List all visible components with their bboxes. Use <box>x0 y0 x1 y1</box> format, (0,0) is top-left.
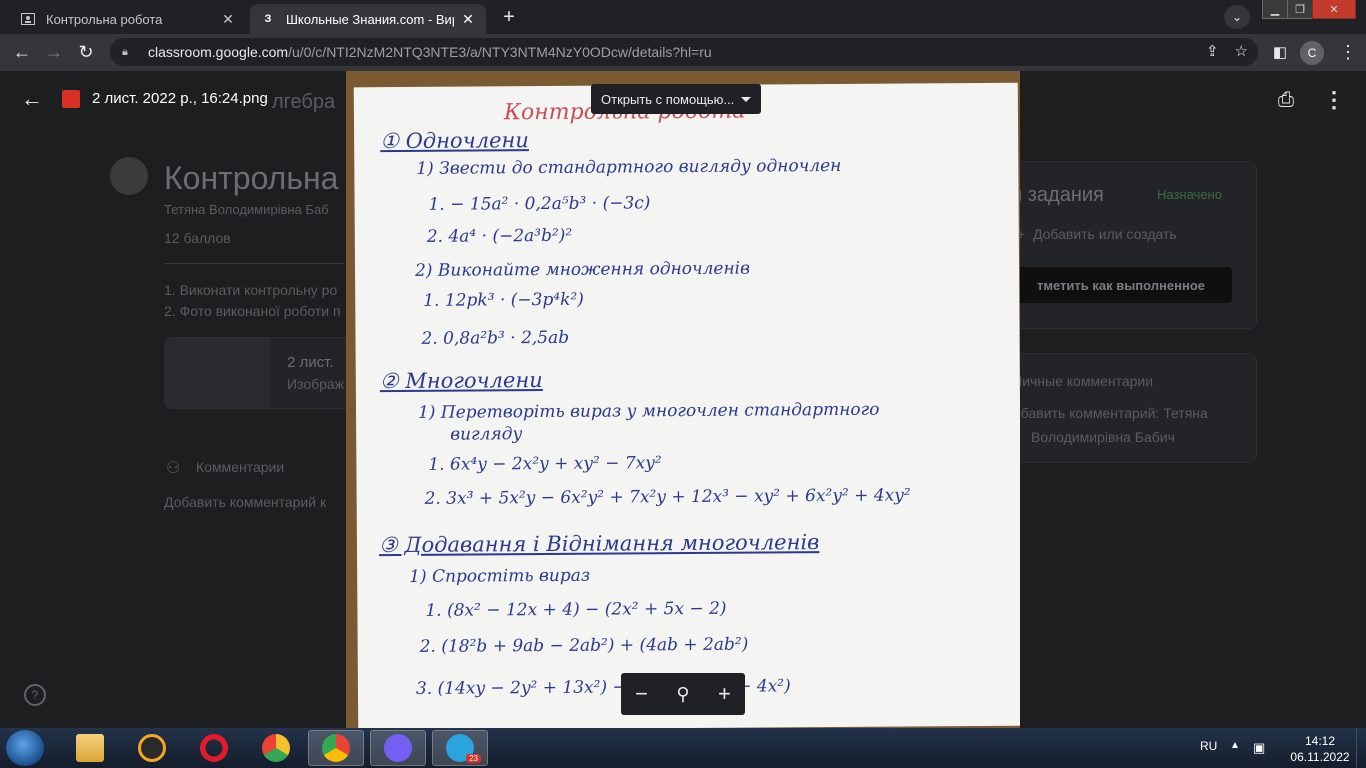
telegram-badge: 23 <box>466 754 481 763</box>
hw-s1-task2b: 2. 0,8a²b³ · 2,5ab <box>421 327 570 349</box>
your-work-card: и задания Назначено + Добавить или созда… <box>990 161 1257 329</box>
add-or-create-button[interactable]: + Добавить или создать <box>1017 226 1177 242</box>
attachment-title: 2 лист. <box>287 354 334 371</box>
profile-avatar[interactable]: C <box>1300 41 1324 65</box>
hw-s1-task1a: 1. − 15a² · 0,2a⁵b³ · (−3c) <box>428 193 651 215</box>
points: 12 баллов <box>164 230 231 246</box>
add-comment-link[interactable]: Добавить комментарий к <box>164 494 326 510</box>
help-icon[interactable]: ? <box>24 684 46 706</box>
tab-classroom[interactable]: Контрольна робота ✕ <box>10 4 246 34</box>
tab-title: Контрольна робота <box>46 11 163 27</box>
tab-strip: Контрольна робота ✕ З Школьные Знания.co… <box>0 0 1366 34</box>
chrome-menu-icon[interactable]: ⋮ <box>1334 38 1362 66</box>
hw-s1-task1: 1) Звести до стандартного вигляду одночл… <box>416 155 842 179</box>
people-icon: ⚇ <box>166 460 181 477</box>
attachment-card[interactable]: 2 лист. Изображ <box>164 337 356 409</box>
network-icon[interactable]: ▣ <box>1253 740 1265 756</box>
assignment-icon <box>110 157 148 195</box>
zoom-out-icon[interactable]: − <box>635 681 648 707</box>
znanija-icon: З <box>264 13 272 25</box>
hw-section-1: ① Одночлени <box>380 128 529 154</box>
private-comments-card: Личные комментарии обавить комментарий: … <box>990 353 1257 463</box>
clock[interactable]: 14:12 06.11.2022 <box>1290 733 1350 765</box>
your-work-title: и задания <box>1011 184 1104 206</box>
clock-date: 06.11.2022 <box>1290 750 1350 764</box>
comments-label: Комментарии <box>196 459 285 475</box>
hw-section-2: ② Многочлени <box>379 368 543 394</box>
hw-s2-task1: 1) Перетворіть вираз у многочлен стандар… <box>417 399 880 423</box>
telegram-icon[interactable]: 23 <box>432 730 488 766</box>
paper-sheet: Контрольна робота ① Одночлени 1) Звести … <box>353 82 1020 728</box>
hw-section-3: ③ Додавання і Віднімання многочленів <box>378 530 820 558</box>
status-badge: Назначено <box>1157 187 1222 202</box>
private-comments-label: Личные комментарии <box>1013 373 1154 389</box>
hw-s2-task1a: 1. 6x⁴y − 2x²y + xy² − 7xy² <box>428 453 662 475</box>
side-panel-icon[interactable]: ◧ <box>1266 38 1294 66</box>
show-desktop-button[interactable] <box>1356 728 1366 768</box>
homework-photo: Контрольна робота ① Одночлени 1) Звести … <box>346 71 1020 728</box>
close-icon[interactable]: ✕ <box>220 11 236 27</box>
tab-search-button[interactable]: ⌄ <box>1224 5 1250 29</box>
hw-s3-task1a: 1. (8x² − 12x + 4) − (2x² + 5x − 2) <box>425 598 727 621</box>
viewer-file-name: 2 лист. 2022 р., 16:24.png <box>92 90 268 107</box>
forward-button[interactable]: → <box>40 38 68 66</box>
tray-expand-icon[interactable]: ▲ <box>1230 740 1240 751</box>
viewer-back-arrow-icon[interactable]: ← <box>20 86 44 111</box>
hw-s1-task1b: 2. 4a⁴ · (−2a³b²)² <box>426 225 573 247</box>
instruction-2: 2. Фото виконаної роботи п <box>164 303 341 319</box>
attachment-type: Изображ <box>287 376 345 392</box>
bookmark-star-icon[interactable]: ☆ <box>1235 42 1248 60</box>
url-host: classroom.google.com <box>148 44 289 60</box>
mark-done-button[interactable]: тметить как выполненное <box>1010 267 1232 303</box>
chrome-alt-icon[interactable] <box>248 730 304 766</box>
hw-s2-task1b: 2. 3x³ + 5x²y − 6x²y² + 7x²y + 12x³ − xy… <box>424 485 911 509</box>
share-icon[interactable]: ⇪ <box>1206 42 1219 60</box>
language-indicator[interactable]: RU <box>1200 739 1217 753</box>
hw-s3-task1b: 2. (18²b + 9ab − 2ab²) + (4ab + 2ab²) <box>419 634 749 657</box>
add-private-comment-2[interactable]: Володимирівна Бабич <box>1031 429 1175 445</box>
hw-s1-task2: 2) Виконайте множення одночленів <box>414 258 751 281</box>
print-icon[interactable]: ⎙ <box>1272 86 1300 114</box>
clock-time: 14:12 <box>1304 734 1336 748</box>
zoom-controls: − ⚲ + <box>621 673 745 715</box>
browser-toolbar: ← → ↻ 🔒︎ classroom.google.com/u/0/c/NTI2… <box>0 34 1366 71</box>
tab-title: Школьные Знания.com - Виріш <box>286 11 454 27</box>
course-name: лгебра <box>272 91 336 113</box>
start-button[interactable] <box>6 730 44 766</box>
more-options-icon[interactable]: ⋮ <box>1320 86 1348 114</box>
add-private-comment[interactable]: обавить комментарий: Тетяна <box>1013 405 1208 421</box>
close-icon[interactable]: ✕ <box>460 11 476 27</box>
open-with-label: Открыть с помощью... <box>601 91 735 107</box>
viber-icon[interactable] <box>370 730 426 766</box>
open-with-button[interactable]: Открыть с помощью... <box>591 84 761 114</box>
aimp-icon[interactable] <box>124 730 180 766</box>
teacher-name: Тетяна Володимирівна Баб <box>164 202 329 217</box>
windows-taskbar: 23 RU ▲ ▣ 14:12 06.11.2022 <box>0 728 1366 768</box>
classroom-icon <box>20 11 36 27</box>
zoom-in-icon[interactable]: + <box>718 681 731 707</box>
url-path: /u/0/c/NTI2NzM2NTQ3NTE3/a/NTY3NTM4NzY0OD… <box>288 44 712 60</box>
zoom-reset-icon[interactable]: ⚲ <box>676 684 689 705</box>
address-bar[interactable]: 🔒︎ classroom.google.com/u/0/c/NTI2NzM2NT… <box>110 38 1258 66</box>
explorer-icon[interactable] <box>62 730 118 766</box>
restore-button[interactable]: ❐ <box>1287 0 1313 19</box>
hw-s3-task1: 1) Спростіть вираз <box>409 565 591 587</box>
chrome-icon[interactable] <box>308 730 364 766</box>
dropdown-caret-icon <box>741 97 751 102</box>
back-button[interactable]: ← <box>8 38 36 66</box>
minimize-button[interactable]: ▁ <box>1262 0 1288 19</box>
image-file-icon <box>62 90 80 108</box>
assignment-title: Контрольна <box>164 160 339 196</box>
new-tab-button[interactable]: + <box>496 5 522 29</box>
window-close-button[interactable]: ✕ <box>1312 0 1356 19</box>
reload-button[interactable]: ↻ <box>72 38 100 66</box>
tab-znanija[interactable]: З Школьные Знания.com - Виріш ✕ <box>250 4 486 34</box>
hw-s2-task1-cont: вигляду <box>450 424 523 445</box>
lock-icon: 🔒︎ <box>122 45 128 58</box>
opera-icon[interactable] <box>186 730 242 766</box>
hw-s1-task2a: 1. 12pk³ · (−3p⁴k²) <box>423 289 584 311</box>
instruction-1: 1. Виконати контрольну ро <box>164 282 338 298</box>
